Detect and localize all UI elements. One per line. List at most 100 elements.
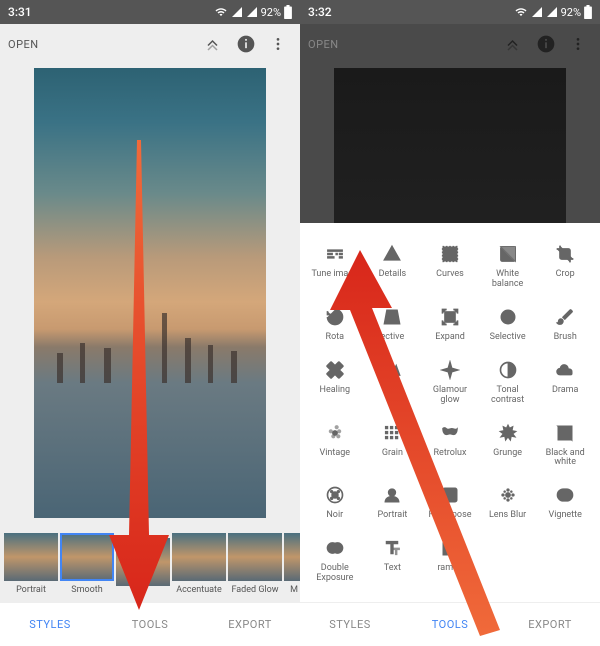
open-button[interactable]: OPEN — [8, 38, 39, 51]
more-icon[interactable] — [264, 30, 292, 58]
status-time: 3:31 — [8, 5, 32, 19]
tool-label: Tonal contrast — [481, 386, 535, 406]
tab-styles[interactable]: STYLES — [0, 603, 100, 646]
bottom-tabs: STYLES TOOLS EXPORT — [0, 602, 300, 646]
left-screen: 3:31 92% OPEN — [0, 0, 300, 646]
tab-export[interactable]: EXPORT — [500, 603, 600, 646]
tool-label: Details — [366, 270, 420, 280]
tool-expand[interactable]: Expand — [421, 300, 479, 351]
main-image-area[interactable] — [0, 64, 300, 526]
tool-brush[interactable]: Brush — [536, 300, 594, 351]
signal-icon-2 — [546, 6, 558, 18]
tool-glamour-glow[interactable]: Glamour glow — [421, 353, 479, 414]
tool-perspective[interactable]: ective — [364, 300, 422, 351]
style-item-portrait[interactable]: Portrait — [4, 533, 58, 595]
battery-percent: 92% — [261, 6, 281, 19]
tool-retrolux[interactable]: Retrolux — [421, 416, 479, 477]
tool-label: cape — [366, 386, 420, 396]
tool-label: Healing — [308, 386, 362, 396]
tool-details[interactable]: Details — [364, 237, 422, 298]
status-bar: 3:32 92% — [300, 0, 600, 24]
wifi-icon — [214, 6, 228, 18]
tool-head-pose[interactable]: Head pose — [421, 478, 479, 529]
undo-stack-icon[interactable] — [200, 30, 228, 58]
tab-styles[interactable]: STYLES — [300, 603, 400, 646]
tool-label: Double Exposure — [308, 564, 362, 584]
tool-text[interactable]: Text — [364, 531, 422, 592]
drama-icon — [538, 359, 592, 381]
tool-curves[interactable]: Curves — [421, 237, 479, 298]
style-label: Faded Glow — [228, 585, 282, 595]
tool-black-and-white[interactable]: Black and white — [536, 416, 594, 477]
tab-tools[interactable]: TOOLS — [100, 603, 200, 646]
style-item-more[interactable]: M — [284, 533, 300, 595]
glamour-glow-icon — [423, 359, 477, 381]
wifi-icon — [514, 6, 528, 18]
tool-label: Grain — [366, 449, 420, 459]
tool-label: White balance — [481, 270, 535, 290]
white-balance-icon — [481, 243, 535, 265]
tool-tune-image[interactable]: Tune image — [306, 237, 364, 298]
tool-double-exposure[interactable]: Double Exposure — [306, 531, 364, 592]
black-and-white-icon — [538, 422, 592, 444]
app-header: OPEN — [0, 24, 300, 64]
style-item-faded-glow[interactable]: Faded Glow — [228, 533, 282, 595]
style-label: Accentuate — [172, 585, 226, 595]
style-label: Portrait — [4, 585, 58, 595]
tool-frames[interactable]: rames — [421, 531, 479, 592]
double-exposure-icon — [308, 537, 362, 559]
retrolux-icon — [423, 422, 477, 444]
tool-lens-blur[interactable]: Lens Blur — [479, 478, 537, 529]
tool-label: ective — [366, 333, 420, 343]
tool-label: Portrait — [366, 511, 420, 521]
tool-selective[interactable]: Selective — [479, 300, 537, 351]
head-pose-icon — [423, 484, 477, 506]
tab-export[interactable]: EXPORT — [200, 603, 300, 646]
style-item-accentuate[interactable]: Accentuate — [172, 533, 226, 595]
vignette-icon — [538, 484, 592, 506]
status-bar: 3:31 92% — [0, 0, 300, 24]
right-screen: 3:32 92% OPEN — [300, 0, 600, 646]
tool-drama[interactable]: Drama — [536, 353, 594, 414]
tool-noir[interactable]: Noir — [306, 478, 364, 529]
tools-sheet: Tune imageDetailsCurvesWhite balanceCrop… — [300, 24, 600, 602]
tool-label: Vintage — [308, 449, 362, 459]
tool-white-balance[interactable]: White balance — [479, 237, 537, 298]
tool-crop[interactable]: Crop — [536, 237, 594, 298]
rotate-icon — [308, 306, 362, 328]
tool-label: Selective — [481, 333, 535, 343]
tool-rotate[interactable]: Rota — [306, 300, 364, 351]
tool-hdr-scape[interactable]: cape — [364, 353, 422, 414]
tool-vintage[interactable]: Vintage — [306, 416, 364, 477]
status-time: 3:32 — [308, 5, 332, 19]
style-item-3[interactable] — [116, 538, 170, 590]
details-icon — [366, 243, 420, 265]
status-indicators: 92% — [214, 5, 292, 19]
tool-label: Crop — [538, 270, 592, 280]
signal-icon — [231, 6, 243, 18]
tool-healing[interactable]: Healing — [306, 353, 364, 414]
style-label: M — [284, 585, 300, 595]
info-icon[interactable] — [232, 30, 260, 58]
healing-icon — [308, 359, 362, 381]
tool-portrait[interactable]: Portrait — [364, 478, 422, 529]
signal-icon-2 — [246, 6, 258, 18]
tool-label: Vignette — [538, 511, 592, 521]
hdr-scape-icon — [366, 359, 420, 381]
portrait-icon — [366, 484, 420, 506]
tool-label: rames — [423, 564, 477, 574]
noir-icon — [308, 484, 362, 506]
tool-tonal-contrast[interactable]: Tonal contrast — [479, 353, 537, 414]
tab-tools[interactable]: TOOLS — [400, 603, 500, 646]
tool-label: Text — [366, 564, 420, 574]
battery-icon — [584, 5, 592, 19]
styles-strip[interactable]: Portrait Smooth Accentuate Faded Glow — [0, 526, 300, 602]
tool-grainy-film[interactable]: Grain — [364, 416, 422, 477]
style-item-smooth[interactable]: Smooth — [60, 533, 114, 595]
frames-icon — [423, 537, 477, 559]
tool-vignette[interactable]: Vignette — [536, 478, 594, 529]
lens-blur-icon — [481, 484, 535, 506]
tool-grunge[interactable]: Grunge — [479, 416, 537, 477]
selective-icon — [481, 306, 535, 328]
battery-icon — [284, 5, 292, 19]
